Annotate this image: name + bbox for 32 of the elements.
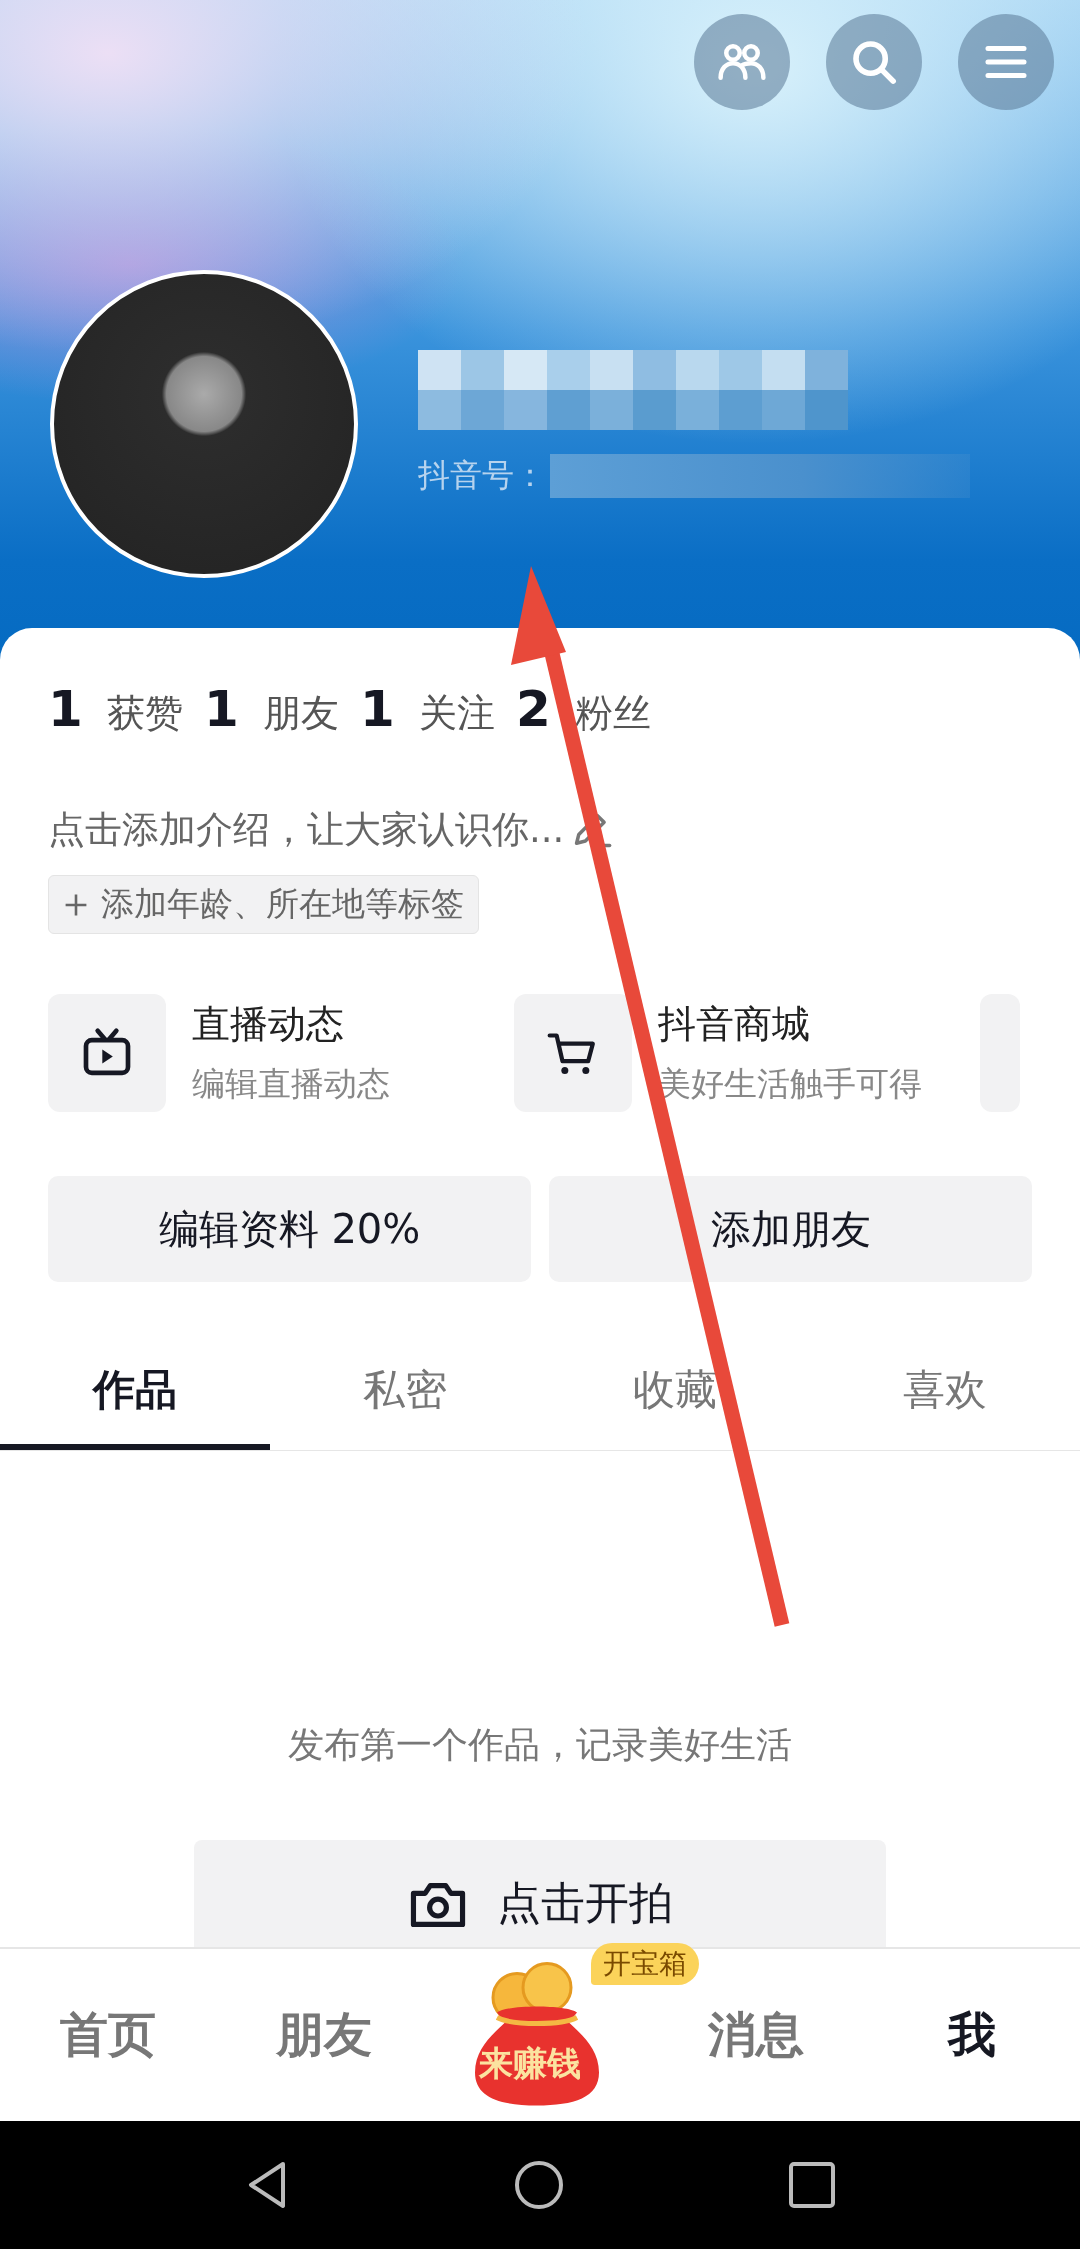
reward-badge[interactable]: 开宝箱 (591, 1943, 699, 1985)
stat-label[interactable]: 获赞 (82, 688, 183, 739)
nav-tab[interactable]: 我 (897, 2002, 1047, 2068)
nav-tab[interactable]: 朋友 (249, 2002, 399, 2068)
action-button[interactable]: 编辑资料 20% (48, 1176, 531, 1282)
stat-count: 1 (48, 680, 83, 738)
nav-tab[interactable]: 消息 (681, 2002, 831, 2068)
empty-message: 发布第一个作品，记录美好生活 (288, 1723, 792, 1767)
content-tab[interactable]: 收藏 (540, 1336, 810, 1450)
cart-icon[interactable] (514, 994, 632, 1112)
bio-text[interactable]: 点击添加介绍，让大家认识你... (48, 805, 565, 855)
add-tags-button[interactable]: 添加年龄、所在地等标签 (48, 875, 479, 934)
account-id-label: 抖音号： (418, 455, 546, 496)
stat-count: 1 (360, 680, 395, 738)
stat-label[interactable]: 粉丝 (550, 688, 651, 739)
stat-count: 2 (516, 680, 551, 738)
action-button[interactable]: 添加朋友 (549, 1176, 1032, 1282)
nav-tab[interactable]: 首页 (33, 2002, 183, 2068)
stat-count: 1 (204, 680, 239, 738)
stat-label[interactable]: 关注 (394, 688, 495, 739)
shortcut-subtitle: 美好生活触手可得 (658, 1063, 922, 1105)
content-tab[interactable]: 私密 (270, 1336, 540, 1450)
stat-label[interactable]: 朋友 (238, 688, 339, 739)
recents-icon[interactable] (789, 2162, 835, 2208)
shortcut-title[interactable]: 直播动态 (192, 999, 390, 1050)
shortcut-title[interactable]: 抖音商城 (658, 999, 922, 1050)
home-icon[interactable] (514, 2160, 564, 2210)
content-tab[interactable]: 作品 (0, 1336, 270, 1450)
content-tab[interactable]: 喜欢 (810, 1336, 1080, 1450)
shortcut-subtitle: 编辑直播动态 (192, 1063, 390, 1105)
start-shooting-button[interactable]: 点击开拍 (194, 1840, 886, 1947)
tv-icon[interactable] (48, 994, 166, 1112)
